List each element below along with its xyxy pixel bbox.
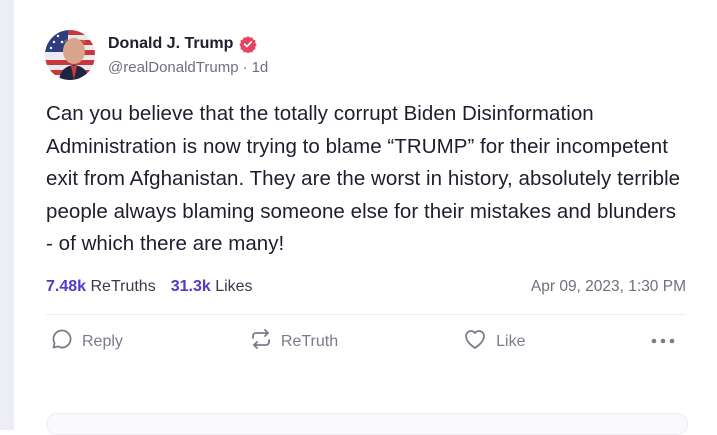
author-display-name[interactable]: Donald J. Trump bbox=[108, 35, 233, 53]
action-bar: Reply ReTruth Like bbox=[46, 315, 686, 369]
author-meta: @realDonaldTrump · 1d bbox=[108, 59, 268, 76]
reply-label: Reply bbox=[82, 332, 123, 350]
post-age[interactable]: 1d bbox=[252, 59, 269, 76]
heart-icon bbox=[462, 327, 496, 356]
like-label: Like bbox=[496, 332, 526, 350]
next-post-card bbox=[46, 413, 688, 435]
retruths-label: ReTruths bbox=[90, 277, 156, 295]
retruth-label: ReTruth bbox=[280, 332, 339, 350]
post-stats: 7.48k ReTruths 31.3k Likes Apr 09, 2023,… bbox=[46, 272, 686, 302]
like-button[interactable]: Like bbox=[462, 327, 525, 356]
retruths-stat[interactable]: 7.48k ReTruths bbox=[46, 278, 156, 296]
more-horizontal-icon bbox=[650, 333, 684, 351]
retruths-count: 7.48k bbox=[46, 277, 87, 295]
likes-stat[interactable]: 31.3k Likes bbox=[171, 278, 253, 296]
post-content: Can you believe that the totally corrupt… bbox=[46, 102, 681, 255]
reply-button[interactable]: Reply bbox=[50, 327, 123, 356]
post-timestamp: Apr 09, 2023, 1:30 PM bbox=[530, 277, 686, 295]
author-handle[interactable]: @realDonaldTrump bbox=[108, 59, 239, 76]
author-info: Donald J. Trump @realDonaldTrump · 1d bbox=[108, 35, 268, 76]
truth-post: Donald J. Trump @realDonaldTrump · 1d Can … bbox=[45, 26, 686, 369]
likes-count: 31.3k bbox=[170, 277, 211, 295]
left-rail bbox=[0, 0, 14, 430]
post-header: Donald J. Trump @realDonaldTrump · 1d bbox=[45, 26, 686, 84]
avatar[interactable] bbox=[45, 30, 95, 80]
retruth-button[interactable]: ReTruth bbox=[249, 327, 338, 356]
meta-separator: · bbox=[242, 58, 248, 76]
verified-badge-icon bbox=[239, 35, 258, 54]
retruth-icon bbox=[249, 327, 281, 356]
more-options-button[interactable] bbox=[650, 333, 684, 351]
reply-icon bbox=[50, 327, 82, 356]
likes-label: Likes bbox=[215, 277, 253, 295]
